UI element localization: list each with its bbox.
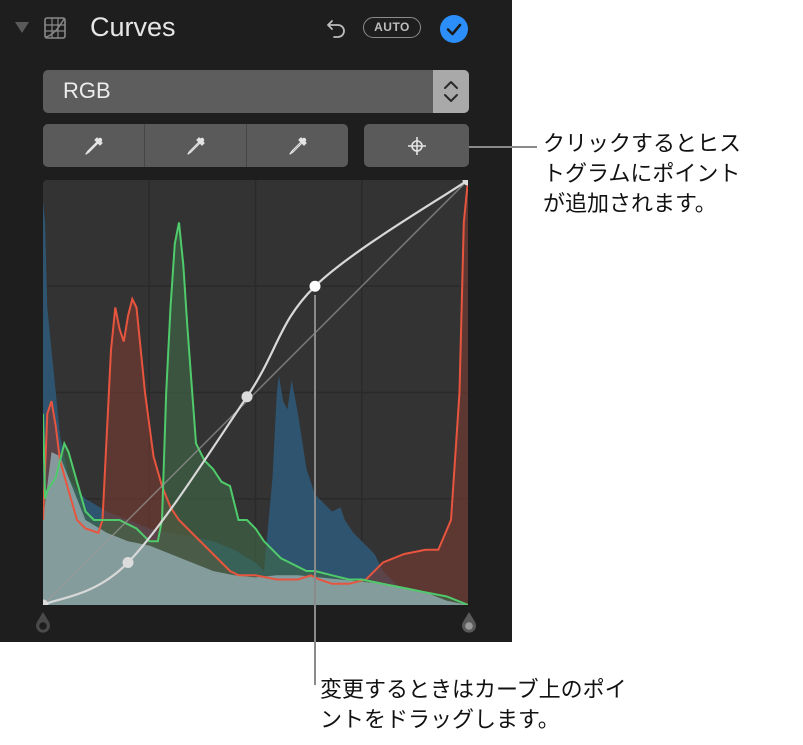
add-point-callout: クリックするとヒス トグラムにポイント が追加されます。 xyxy=(543,132,742,217)
white-point-slider-handle[interactable] xyxy=(461,612,477,634)
curve-control-point[interactable] xyxy=(241,391,253,403)
panel-title: Curves xyxy=(90,12,176,42)
auto-button[interactable]: AUTO xyxy=(363,17,421,38)
add-point-callout-line xyxy=(469,146,537,148)
add-point-button[interactable] xyxy=(364,124,469,167)
drag-point-callout-line xyxy=(314,295,316,685)
select-stepper[interactable] xyxy=(433,70,469,113)
eyedropper-segmented-control xyxy=(43,124,348,167)
curves-icon xyxy=(44,17,66,39)
curves-header: Curves AUTO xyxy=(0,0,512,58)
eyedropper-half-icon xyxy=(186,136,205,155)
channel-select-value: RGB xyxy=(63,78,111,103)
disclosure-triangle-icon[interactable] xyxy=(15,22,29,33)
drag-point-callout: 変更するときはカーブ上のポイ ントをドラッグします。 xyxy=(320,678,627,733)
undo-icon[interactable] xyxy=(326,16,348,40)
curve-control-point[interactable] xyxy=(309,280,321,292)
curves-histogram[interactable] xyxy=(43,180,468,605)
enable-checkbox[interactable] xyxy=(440,15,468,43)
chevron-up-down-icon xyxy=(444,81,458,102)
crosshair-icon xyxy=(407,136,426,155)
gray-point-eyedropper-button[interactable] xyxy=(145,124,247,167)
eyedropper-outline-icon xyxy=(288,136,307,155)
channel-select[interactable]: RGB xyxy=(43,70,469,113)
curve-control-point[interactable] xyxy=(122,557,134,568)
black-point-eyedropper-button[interactable] xyxy=(43,124,145,167)
black-point-slider-handle[interactable] xyxy=(35,612,51,634)
curves-panel: Curves AUTO RGB xyxy=(0,0,512,642)
eyedropper-filled-icon xyxy=(84,136,103,155)
checkmark-icon xyxy=(446,23,462,36)
white-point-eyedropper-button[interactable] xyxy=(247,124,348,167)
